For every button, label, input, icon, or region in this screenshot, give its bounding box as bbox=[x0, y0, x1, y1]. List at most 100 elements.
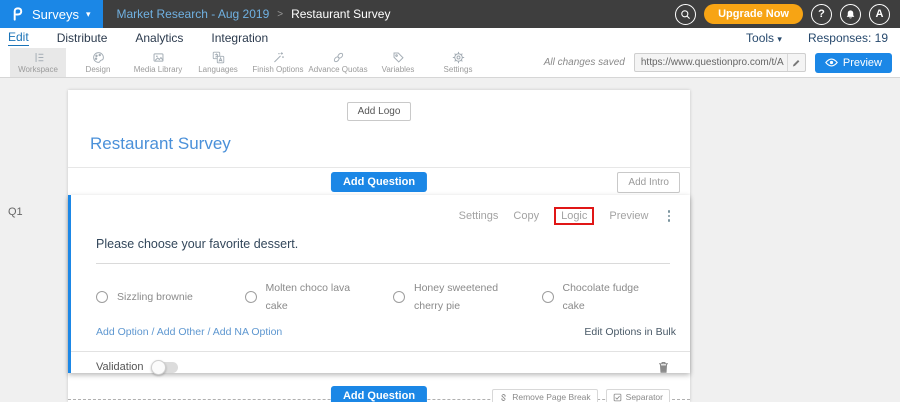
search-button[interactable] bbox=[675, 4, 696, 25]
add-question-button-bottom[interactable]: Add Question bbox=[331, 386, 427, 402]
breadcrumb-separator: > bbox=[277, 9, 283, 20]
survey-nav: Edit Distribute Analytics Integration To… bbox=[0, 28, 900, 48]
validation-label: Validation bbox=[96, 361, 144, 373]
add-logo-button[interactable]: Add Logo bbox=[347, 102, 412, 121]
logo-row: Add Logo bbox=[68, 90, 690, 121]
option-chocolate-fudge-cake[interactable]: Chocolate fudge cake bbox=[542, 279, 691, 315]
chain-icon bbox=[332, 51, 345, 64]
radio-icon[interactable] bbox=[245, 291, 257, 303]
question-more-menu[interactable] bbox=[664, 210, 675, 222]
radio-icon[interactable] bbox=[393, 291, 405, 303]
translate-icon bbox=[212, 51, 225, 64]
toolbar-label: Design bbox=[86, 65, 111, 74]
toolbar-item-advance-quotas[interactable]: Advance Quotas bbox=[310, 48, 366, 77]
checkbox-checked-icon bbox=[613, 393, 622, 402]
question-logic-link[interactable]: Logic bbox=[554, 207, 594, 225]
top-bar: Surveys ▾ Market Research - Aug 2019 > R… bbox=[0, 0, 900, 28]
remove-page-break-button[interactable]: Remove Page Break bbox=[492, 389, 597, 402]
add-option-links: Add Option / Add Other / Add NA Option bbox=[96, 326, 282, 338]
chevron-down-icon: ▾ bbox=[86, 9, 91, 20]
preview-button-label: Preview bbox=[843, 57, 882, 69]
add-other-link[interactable]: Add Other bbox=[157, 326, 205, 338]
image-icon bbox=[152, 51, 165, 64]
option-sizzling-brownie[interactable]: Sizzling brownie bbox=[96, 279, 245, 315]
edit-url-button[interactable] bbox=[787, 54, 805, 71]
add-option-link[interactable]: Add Option bbox=[96, 326, 149, 338]
add-na-option-link[interactable]: Add NA Option bbox=[213, 326, 282, 338]
question-block: Settings Copy Logic Preview Please choos… bbox=[68, 195, 690, 373]
add-question-button-top[interactable]: Add Question bbox=[331, 172, 427, 192]
breadcrumb: Market Research - Aug 2019 > Restaurant … bbox=[117, 7, 391, 21]
toolbar-item-variables[interactable]: Variables bbox=[370, 48, 426, 77]
tools-dropdown[interactable]: Tools ▾ bbox=[746, 31, 782, 45]
upgrade-now-button[interactable]: Upgrade Now bbox=[704, 4, 803, 24]
question-text-field[interactable]: Please choose your favorite dessert. bbox=[96, 235, 670, 264]
palette-icon bbox=[92, 51, 105, 64]
toolbar-item-languages[interactable]: Languages bbox=[190, 48, 246, 77]
toolbar-item-media-library[interactable]: Media Library bbox=[130, 48, 186, 77]
toolbar-item-workspace[interactable]: Workspace bbox=[10, 48, 66, 77]
help-button[interactable]: ? bbox=[811, 4, 832, 25]
surveys-menu[interactable]: Surveys ▾ bbox=[0, 0, 103, 28]
toolbar-item-design[interactable]: Design bbox=[70, 48, 126, 77]
questionpro-logo-icon bbox=[10, 6, 25, 22]
toolbar-label: Finish Options bbox=[252, 65, 303, 74]
edit-toolbar: Workspace Design Media Library Languages… bbox=[0, 48, 900, 78]
tab-distribute[interactable]: Distribute bbox=[57, 31, 108, 46]
option-honey-sweetened-cherry-pie[interactable]: Honey sweetened cherry pie bbox=[393, 279, 542, 315]
survey-title[interactable]: Restaurant Survey bbox=[90, 134, 690, 154]
option-molten-choco-lava-cake[interactable]: Molten choco lava cake bbox=[245, 279, 394, 315]
edit-options-in-bulk-link[interactable]: Edit Options in Bulk bbox=[584, 326, 676, 338]
toolbar-right: All changes saved Preview bbox=[544, 48, 892, 77]
link-separator: / bbox=[208, 326, 211, 338]
toolbar-label: Settings bbox=[444, 65, 473, 74]
toolbar-item-finish-options[interactable]: Finish Options bbox=[250, 48, 306, 77]
bell-icon bbox=[845, 9, 856, 20]
radio-icon[interactable] bbox=[96, 291, 108, 303]
avatar[interactable]: A bbox=[869, 4, 890, 25]
question-number-label: Q1 bbox=[8, 206, 23, 218]
separator-label: Separator bbox=[626, 392, 663, 402]
survey-card: Add Logo Restaurant Survey Add Question … bbox=[68, 90, 690, 402]
tools-label: Tools bbox=[746, 31, 774, 45]
page-break-row: Add Question Remove Page Break Separator bbox=[68, 383, 690, 402]
option-label: Chocolate fudge cake bbox=[563, 279, 659, 315]
responses-count[interactable]: Responses: 19 bbox=[808, 31, 888, 45]
toolbar-item-settings[interactable]: Settings bbox=[430, 48, 486, 77]
topbar-actions: Upgrade Now ? A bbox=[675, 4, 890, 25]
search-icon bbox=[680, 9, 691, 20]
tab-analytics[interactable]: Analytics bbox=[135, 31, 183, 46]
dot bbox=[668, 210, 671, 213]
tab-edit[interactable]: Edit bbox=[8, 30, 29, 46]
question-preview-link[interactable]: Preview bbox=[609, 210, 648, 222]
survey-url-input[interactable] bbox=[635, 57, 787, 68]
tab-integration[interactable]: Integration bbox=[211, 31, 268, 46]
separator-button[interactable]: Separator bbox=[606, 389, 670, 402]
add-intro-button[interactable]: Add Intro bbox=[617, 172, 680, 193]
option-label: Molten choco lava cake bbox=[266, 279, 362, 315]
question-menu: Settings Copy Logic Preview bbox=[71, 195, 690, 225]
wand-icon bbox=[272, 51, 285, 64]
question-settings-link[interactable]: Settings bbox=[459, 210, 499, 222]
toolbar-label: Advance Quotas bbox=[308, 65, 367, 74]
validation-control: Validation bbox=[96, 361, 178, 373]
nav-right: Tools ▾ Responses: 19 bbox=[746, 31, 888, 45]
notifications-button[interactable] bbox=[840, 4, 861, 25]
tag-icon bbox=[392, 51, 405, 64]
preview-button[interactable]: Preview bbox=[815, 53, 892, 73]
breadcrumb-parent[interactable]: Market Research - Aug 2019 bbox=[117, 7, 270, 21]
delete-question-button[interactable] bbox=[657, 360, 670, 374]
question-copy-link[interactable]: Copy bbox=[513, 210, 539, 222]
save-status-text: All changes saved bbox=[544, 57, 625, 68]
help-icon: ? bbox=[818, 8, 825, 20]
question-text: Please choose your favorite dessert. bbox=[96, 237, 298, 251]
survey-actions-row: Add Question Add Intro bbox=[68, 168, 690, 195]
workspace-icon bbox=[32, 51, 45, 64]
radio-icon[interactable] bbox=[542, 291, 554, 303]
trash-icon bbox=[657, 360, 670, 374]
surveys-menu-label: Surveys bbox=[32, 7, 79, 22]
link-separator: / bbox=[151, 326, 154, 338]
workspace-area: Q1 Add Logo Restaurant Survey Add Questi… bbox=[0, 78, 900, 402]
toolbar-label: Media Library bbox=[134, 65, 182, 74]
validation-toggle[interactable] bbox=[152, 362, 178, 373]
